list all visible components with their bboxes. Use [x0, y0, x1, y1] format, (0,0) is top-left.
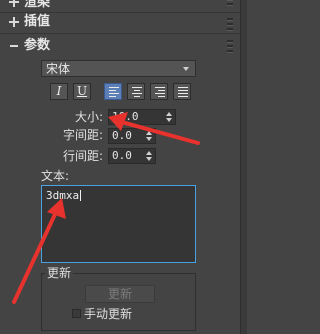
update-button-label: 更新: [107, 287, 132, 301]
section-interpolation-title: 插值: [24, 14, 51, 29]
update-group-title: 更新: [45, 266, 74, 280]
justify-button[interactable]: [173, 83, 191, 100]
spinner-up-icon[interactable]: [146, 151, 152, 155]
align-center-button[interactable]: [127, 83, 145, 100]
divider: [0, 33, 240, 34]
text-input-value: 3dmxa: [46, 189, 82, 202]
kerning-value: 0.0: [112, 129, 132, 142]
size-value: 10.0: [112, 110, 139, 123]
scrollbar[interactable]: [240, 0, 247, 334]
size-spinner[interactable]: 10.0: [108, 109, 176, 125]
divider: [0, 12, 240, 13]
text-label: 文本:: [41, 169, 70, 183]
spinner-up-icon[interactable]: [146, 131, 152, 135]
underline-icon: U: [76, 84, 88, 98]
font-dropdown[interactable]: 宋体: [41, 60, 196, 77]
spinner-down-icon[interactable]: [146, 137, 152, 141]
font-dropdown-value: 宋体: [46, 62, 71, 76]
leading-spinner[interactable]: 0.0: [108, 148, 156, 164]
expand-icon: [9, 0, 19, 7]
italic-icon: I: [56, 84, 62, 98]
align-right-button[interactable]: [150, 83, 168, 100]
drag-handle-icon[interactable]: [227, 0, 233, 6]
manual-update-checkbox[interactable]: [72, 309, 81, 318]
underline-button[interactable]: U: [73, 83, 91, 100]
spinner-down-icon[interactable]: [166, 118, 172, 122]
justify-icon: [178, 87, 188, 99]
section-render-title: 渲染: [24, 0, 51, 10]
expand-icon: [9, 17, 19, 27]
drag-handle-icon[interactable]: [227, 40, 233, 53]
spinner-up-icon[interactable]: [166, 112, 172, 116]
align-center-icon: [132, 87, 142, 99]
kerning-spinner[interactable]: 0.0: [108, 128, 156, 144]
manual-update-label: 手动更新: [84, 307, 133, 321]
collapse-icon: [10, 45, 18, 47]
italic-button[interactable]: I: [50, 83, 68, 100]
kerning-label: 字间距:: [63, 128, 104, 142]
section-parameters-title: 参数: [24, 38, 51, 53]
align-left-icon: [109, 87, 119, 99]
update-button[interactable]: 更新: [85, 285, 155, 303]
text-cursor: [80, 190, 82, 201]
spinner-down-icon[interactable]: [146, 157, 152, 161]
text-input[interactable]: 3dmxa: [41, 185, 196, 263]
align-left-button[interactable]: [104, 83, 122, 100]
chevron-down-icon: [183, 67, 189, 71]
align-right-icon: [155, 87, 165, 99]
leading-value: 0.0: [112, 149, 132, 162]
drag-handle-icon[interactable]: [227, 18, 233, 31]
size-label: 大小:: [75, 110, 104, 124]
leading-label: 行间距:: [63, 149, 104, 163]
